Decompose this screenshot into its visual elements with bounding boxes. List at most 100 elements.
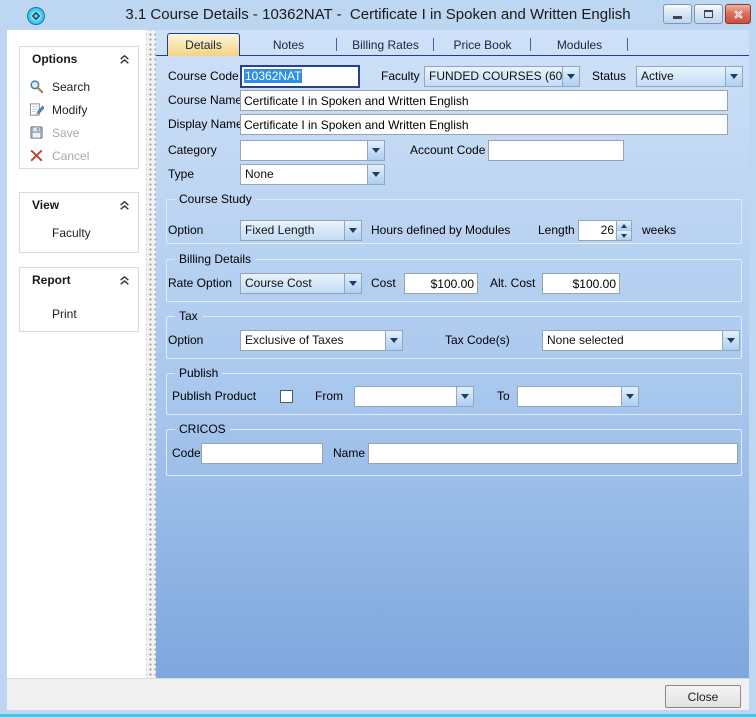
options-panel-header[interactable]: Options <box>20 47 138 71</box>
billing-details-group-title: Billing Details <box>175 252 255 266</box>
faculty-value: FUNDED COURSES (6003) <box>425 67 562 86</box>
course-details-window: 3.1 Course Details - 10362NAT - Certific… <box>0 0 756 717</box>
chevron-down-icon[interactable] <box>725 67 742 86</box>
tab-details[interactable]: Details <box>167 33 240 56</box>
account-code-input[interactable] <box>488 140 624 161</box>
cricos-name-input[interactable] <box>368 443 738 464</box>
length-value[interactable]: 26 <box>579 221 616 240</box>
collapse-chevron-icon[interactable] <box>119 200 130 211</box>
tax-option-label: Option <box>168 330 203 351</box>
rate-option-dropdown[interactable]: Course Cost <box>240 273 362 294</box>
publish-product-checkbox[interactable] <box>280 390 293 403</box>
sidebar: Options Search Modify Save Can <box>7 30 146 678</box>
options-panel: Options Search Modify Save Can <box>19 46 139 169</box>
collapse-chevron-icon[interactable] <box>119 54 130 65</box>
tab-billing-rates[interactable]: Billing Rates <box>337 33 434 56</box>
chevron-down-icon[interactable] <box>456 387 473 406</box>
publish-group-title: Publish <box>175 366 222 380</box>
tax-codes-dropdown[interactable]: None selected <box>542 330 740 351</box>
tax-option-dropdown[interactable]: Exclusive of Taxes <box>240 330 403 351</box>
chevron-down-icon[interactable] <box>722 331 739 350</box>
sidebar-item-label: Print <box>52 307 77 321</box>
sidebar-item-search[interactable]: Search <box>20 75 138 98</box>
tax-option-value: Exclusive of Taxes <box>241 331 385 350</box>
main-panel: Details Notes Billing Rates Price Book M… <box>156 30 749 678</box>
type-label: Type <box>168 164 194 185</box>
sidebar-item-save[interactable]: Save <box>20 121 138 144</box>
view-items: Faculty <box>20 217 138 250</box>
course-study-option-dropdown[interactable]: Fixed Length <box>240 220 362 241</box>
report-items: Print <box>20 292 138 331</box>
publish-to-label: To <box>497 386 510 407</box>
length-label: Length <box>538 220 575 241</box>
chevron-down-icon[interactable] <box>344 274 361 293</box>
course-code-label: Course Code <box>168 66 239 87</box>
weeks-label: weeks <box>642 220 676 241</box>
modify-icon <box>29 102 44 117</box>
tax-codes-label: Tax Code(s) <box>445 330 510 351</box>
cricos-code-label: Code <box>172 443 201 464</box>
sidebar-splitter[interactable] <box>146 30 156 678</box>
course-study-group-title: Course Study <box>175 192 256 206</box>
publish-to-value <box>518 387 621 406</box>
status-dropdown[interactable]: Active <box>636 66 743 87</box>
sidebar-item-print[interactable]: Print <box>20 302 138 325</box>
sidebar-item-cancel[interactable]: Cancel <box>20 144 138 167</box>
type-value: None <box>241 165 367 184</box>
save-icon <box>29 125 44 140</box>
cost-input[interactable] <box>404 273 478 294</box>
display-name-label: Display Name <box>168 114 243 135</box>
tax-group-title: Tax <box>175 309 202 323</box>
view-panel-header[interactable]: View <box>20 193 138 217</box>
collapse-chevron-icon[interactable] <box>119 275 130 286</box>
report-panel-header[interactable]: Report <box>20 268 138 292</box>
close-button[interactable]: Close <box>665 685 741 708</box>
cricos-code-input[interactable] <box>201 443 323 464</box>
chevron-down-icon[interactable] <box>367 165 384 184</box>
chevron-down-icon[interactable] <box>367 141 384 160</box>
alt-cost-label: Alt. Cost <box>490 273 535 294</box>
publish-from-label: From <box>315 386 343 407</box>
publish-to-dropdown[interactable] <box>517 386 639 407</box>
type-dropdown[interactable]: None <box>240 164 385 185</box>
view-panel-title: View <box>32 198 59 212</box>
account-code-label: Account Code <box>410 140 485 161</box>
length-spinner[interactable]: 26 <box>578 220 632 241</box>
chevron-down-icon[interactable] <box>385 331 402 350</box>
cricos-group-title: CRICOS <box>175 422 230 436</box>
view-panel: View Faculty <box>19 192 139 253</box>
tab-notes[interactable]: Notes <box>240 33 337 56</box>
tax-codes-value: None selected <box>543 331 722 350</box>
faculty-dropdown[interactable]: FUNDED COURSES (6003) <box>424 66 580 87</box>
tab-price-book[interactable]: Price Book <box>434 33 531 56</box>
course-name-input[interactable] <box>240 90 728 111</box>
sidebar-item-label: Modify <box>52 103 87 117</box>
rate-option-label: Rate Option <box>168 273 232 294</box>
chevron-down-icon[interactable] <box>344 221 361 240</box>
minimize-button[interactable] <box>663 4 692 24</box>
chevron-down-icon[interactable] <box>562 67 579 86</box>
sidebar-item-modify[interactable]: Modify <box>20 98 138 121</box>
cricos-name-label: Name <box>333 443 365 464</box>
category-value <box>241 141 367 160</box>
maximize-button[interactable] <box>694 4 723 24</box>
faculty-label: Faculty <box>381 66 420 87</box>
tab-modules[interactable]: Modules <box>531 33 628 56</box>
course-code-input[interactable]: 10362NAT <box>240 65 360 88</box>
spinner-up-icon[interactable] <box>617 221 631 231</box>
chevron-down-icon[interactable] <box>621 387 638 406</box>
display-name-input[interactable] <box>240 114 728 135</box>
publish-from-dropdown[interactable] <box>354 386 474 407</box>
report-panel-title: Report <box>32 273 71 287</box>
options-panel-title: Options <box>32 52 77 66</box>
sidebar-item-faculty[interactable]: Faculty <box>20 221 138 244</box>
course-study-option-value: Fixed Length <box>241 221 344 240</box>
sidebar-item-label: Save <box>52 126 79 140</box>
spinner-down-icon[interactable] <box>617 231 631 240</box>
close-window-button[interactable] <box>725 4 751 24</box>
tab-strip: Details Notes Billing Rates Price Book M… <box>156 33 749 56</box>
titlebar: 3.1 Course Details - 10362NAT - Certific… <box>0 0 756 30</box>
footer-bar: Close <box>7 678 749 710</box>
category-dropdown[interactable] <box>240 140 385 161</box>
alt-cost-input[interactable] <box>542 273 620 294</box>
